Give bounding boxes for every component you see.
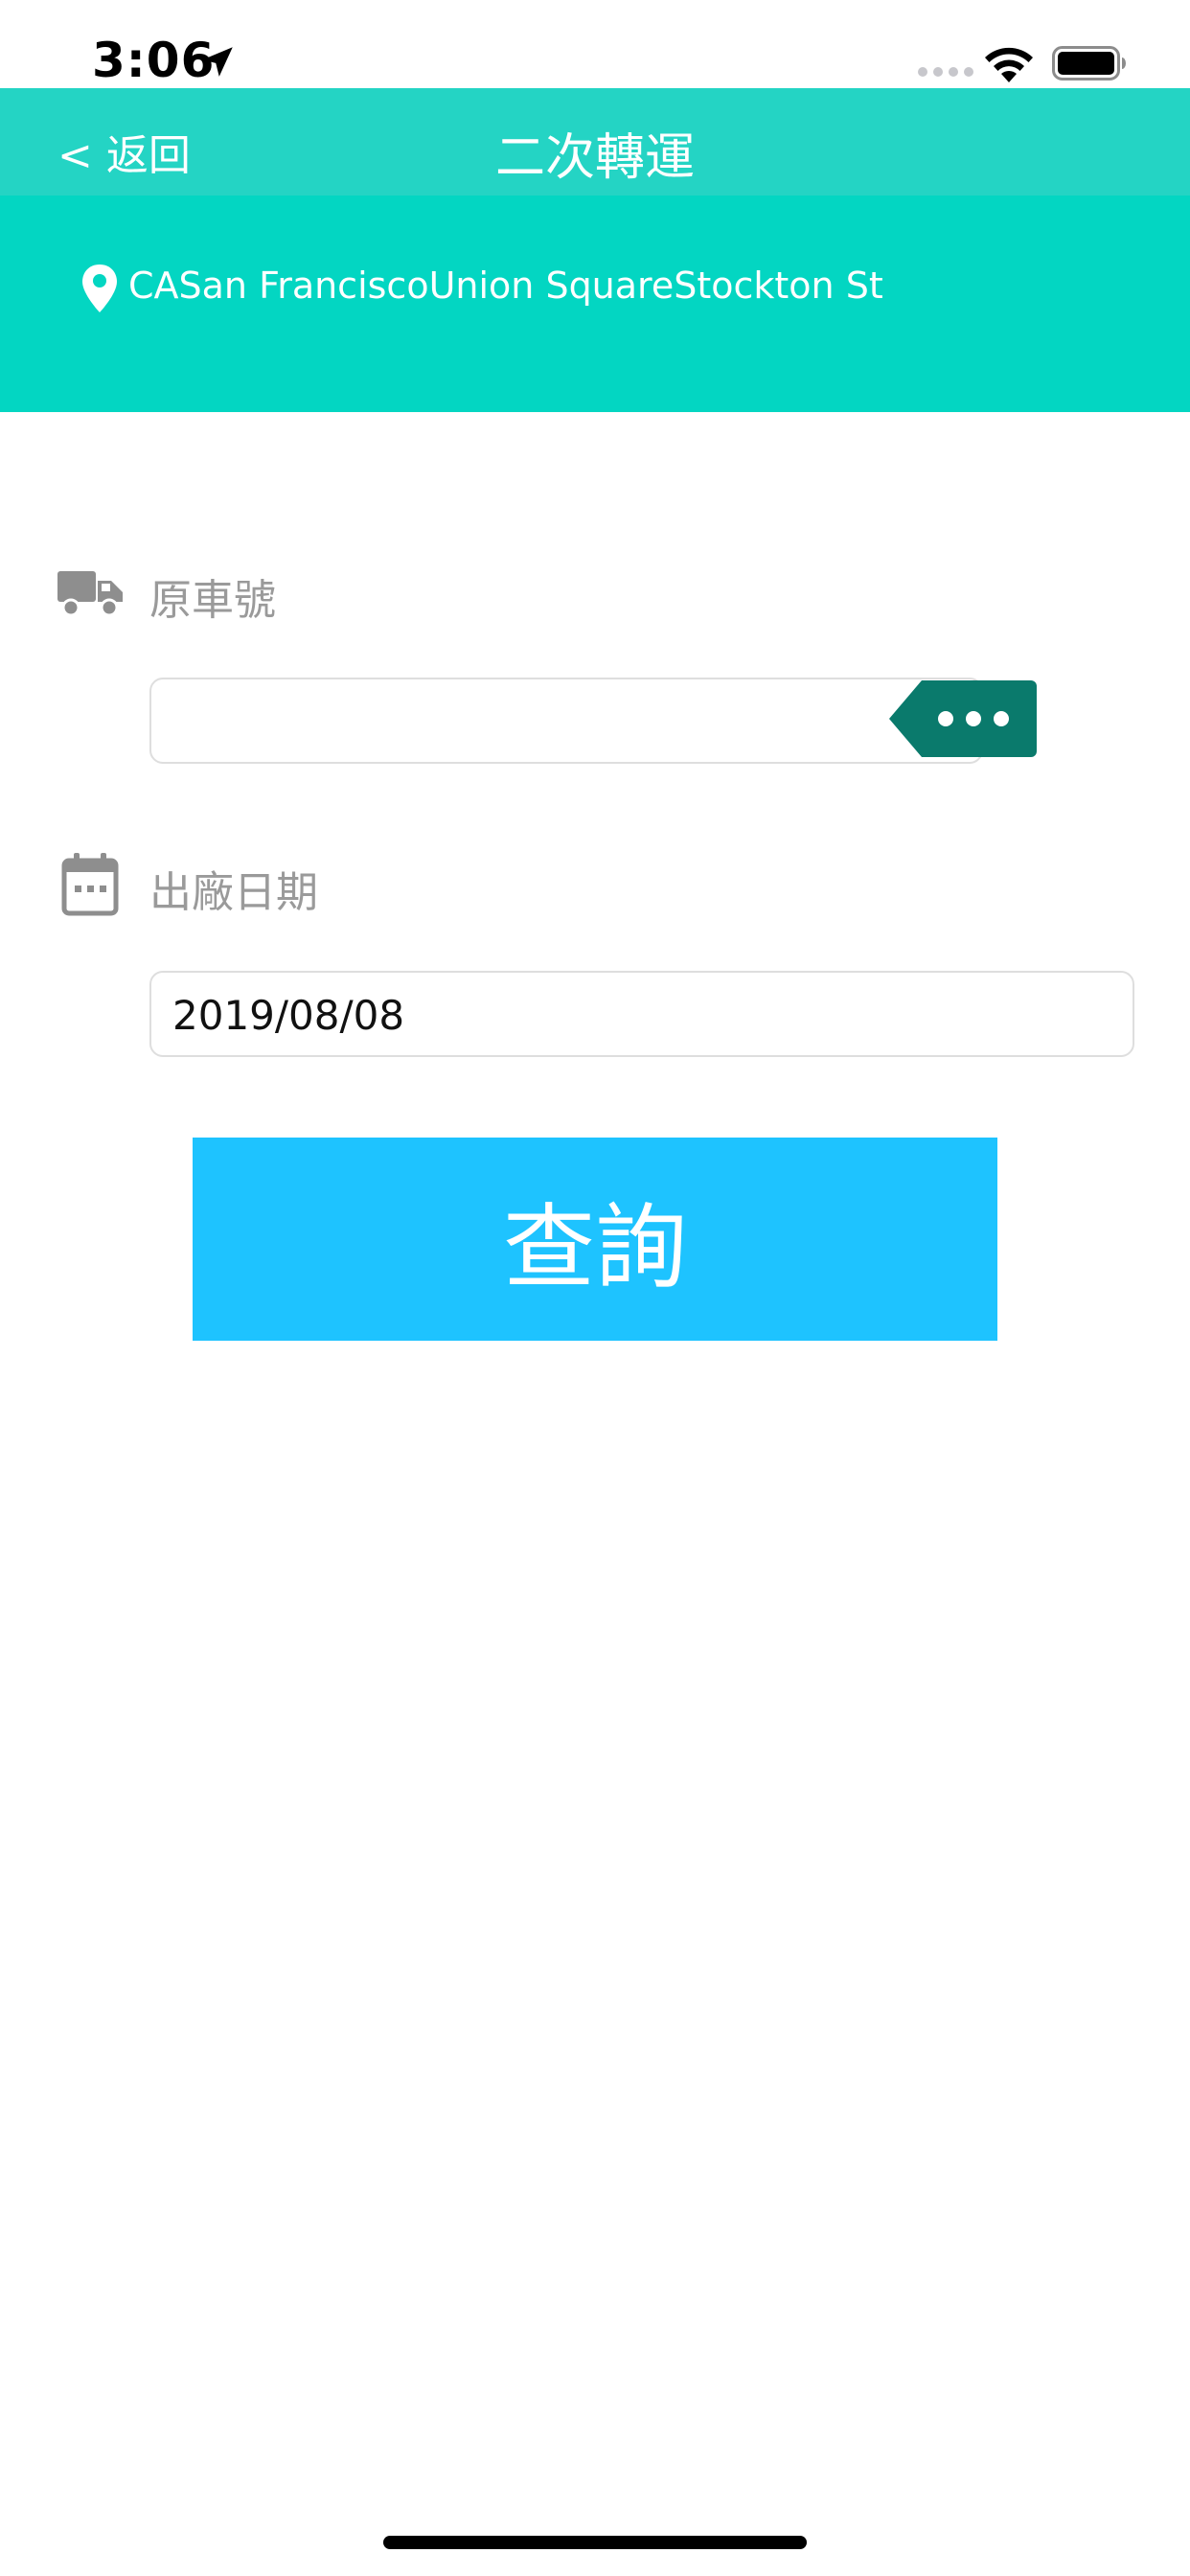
signal-dots-icon bbox=[918, 67, 973, 77]
page-title: 二次轉運 bbox=[494, 129, 695, 187]
calendar-icon bbox=[61, 853, 119, 916]
location-address: CASan FranciscoUnion SquareStockton St bbox=[128, 264, 883, 307]
ellipsis-icon bbox=[938, 711, 953, 726]
vehicle-number-input[interactable] bbox=[149, 678, 983, 764]
location-arrow-icon bbox=[202, 47, 233, 77]
status-bar: 3:06 bbox=[0, 0, 1190, 88]
wifi-icon bbox=[985, 47, 1033, 82]
map-pin-icon bbox=[82, 264, 117, 312]
query-button[interactable]: 查詢 bbox=[193, 1138, 997, 1341]
vehicle-number-label: 原車號 bbox=[149, 576, 276, 625]
navigation-bar: < 返回 二次轉運 bbox=[0, 88, 1190, 196]
home-indicator[interactable] bbox=[383, 2536, 807, 2549]
manufacture-date-label: 出廠日期 bbox=[149, 868, 318, 917]
truck-icon bbox=[57, 571, 123, 617]
manufacture-date-input[interactable]: 2019/08/08 bbox=[149, 971, 1134, 1057]
location-banner: CASan FranciscoUnion SquareStockton St bbox=[0, 196, 1190, 412]
battery-icon bbox=[1052, 46, 1126, 80]
more-options-button[interactable] bbox=[889, 680, 1037, 757]
